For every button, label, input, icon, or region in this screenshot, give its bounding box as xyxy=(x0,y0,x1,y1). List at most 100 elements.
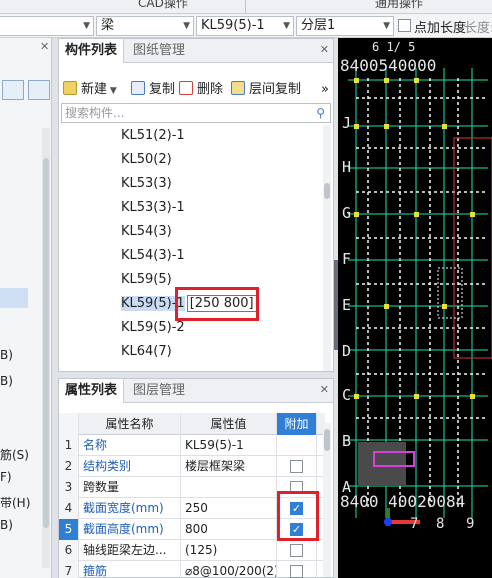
list-item[interactable]: KL50(2) xyxy=(121,149,172,171)
add-checkbox[interactable] xyxy=(290,544,303,557)
table-row[interactable]: 1 名称 KL59(5)-1 xyxy=(59,435,325,456)
list-item[interactable]: KL51(2)-1 xyxy=(121,125,185,147)
nav-item[interactable]: 筋(S) xyxy=(0,446,29,463)
length-label: 长度: xyxy=(464,21,492,36)
layer-combo[interactable]: 分层1 ▼ xyxy=(296,16,394,36)
row-number: 1 xyxy=(59,435,79,456)
search-placeholder: 搜索构件... xyxy=(65,106,125,120)
list-view-icon[interactable] xyxy=(2,80,24,100)
component-search-input[interactable]: 搜索构件... ⚲ xyxy=(61,103,331,123)
add-cell xyxy=(277,561,317,578)
table-row[interactable]: 2 结构类别 楼层框架梁 xyxy=(59,456,325,477)
list-item[interactable]: KL54(3) xyxy=(121,221,172,243)
left-scrollbar[interactable] xyxy=(42,128,50,568)
close-icon[interactable]: ✕ xyxy=(320,43,329,56)
delete-button[interactable]: 删除 xyxy=(179,79,223,101)
table-row[interactable]: 7 箍筋 ⌀8@100/200(2) xyxy=(59,561,325,578)
component-list: KL51(2)-1 KL50(2) KL53(3) KL53(3)-1 KL54… xyxy=(59,125,321,371)
general-ops-label: 通用操作 xyxy=(375,0,424,10)
chevron-down-icon: ▼ xyxy=(183,21,190,31)
axis-number: 8 xyxy=(436,516,445,532)
nav-item[interactable]: F) xyxy=(0,470,12,484)
property-value[interactable]: 楼层框架梁 xyxy=(181,456,277,477)
component-type-combo[interactable]: 梁 ▼ xyxy=(96,16,194,36)
property-value[interactable]: 250 xyxy=(181,498,277,519)
copy-button[interactable]: 复制 xyxy=(131,79,175,101)
list-item-label: KL50(2) xyxy=(121,152,172,167)
point-length-checkbox[interactable] xyxy=(398,19,411,32)
axis-label: D xyxy=(342,342,352,360)
copy-label: 复制 xyxy=(149,82,176,97)
list-item[interactable]: KL53(3)-1 xyxy=(121,197,185,219)
component-toolbar: 新建 ▼ 复制 删除 层间复制 » xyxy=(59,79,333,101)
copy-icon xyxy=(131,81,145,95)
property-value[interactable]: ⌀8@100/200(2) xyxy=(181,561,277,578)
new-button[interactable]: 新建 ▼ xyxy=(63,79,117,101)
app-window: CAD操作 通用操作 ▼ 梁 ▼ KL59(5)-1 ▼ 分层1 ▼ 点加长度 … xyxy=(0,0,492,578)
nav-item[interactable]: 带(H) xyxy=(0,494,30,511)
nav-item[interactable]: B) xyxy=(0,374,13,388)
list-item-label: KL64(7) xyxy=(121,344,172,359)
tab-component-list[interactable]: 构件列表 xyxy=(59,39,125,63)
property-value[interactable]: KL59(5)-1 xyxy=(181,435,277,456)
chevron-down-icon: ▼ xyxy=(283,21,290,31)
scroll-thumb[interactable] xyxy=(43,158,49,528)
table-row[interactable]: 6 轴线距梁左边... (125) xyxy=(59,540,325,561)
add-checkbox[interactable] xyxy=(290,565,303,578)
nav-item[interactable]: B) xyxy=(0,518,13,532)
property-name: 轴线距梁左边... xyxy=(79,540,181,561)
tab-drawing-management[interactable]: 图纸管理 xyxy=(127,39,191,63)
tab-property-list[interactable]: 属性列表 xyxy=(59,379,125,403)
component-list-scrollbar[interactable] xyxy=(323,125,331,371)
list-item[interactable]: KL54(3)-1 xyxy=(121,245,185,267)
axis-label: G xyxy=(342,204,352,222)
list-item[interactable]: KL59(5) xyxy=(121,269,172,291)
add-header: 附加 xyxy=(277,413,317,435)
selected-nav-item[interactable] xyxy=(0,288,28,308)
property-scrollbar[interactable] xyxy=(323,423,331,577)
scroll-thumb[interactable] xyxy=(324,429,330,451)
highlight-box xyxy=(175,287,259,321)
floor-type-combo[interactable]: ▼ xyxy=(0,16,94,36)
property-panel: 属性列表 图层管理 ✕ 属性名称 属性值 附加 1 名称 KL59(5)-1 2… xyxy=(58,378,334,578)
top-dimension-text: 8400540000 xyxy=(340,56,437,75)
close-icon[interactable]: ✕ xyxy=(320,383,329,396)
row-number: 4 xyxy=(59,498,79,519)
component-name-combo[interactable]: KL59(5)-1 ▼ xyxy=(196,16,294,36)
component-tabs: 构件列表 图纸管理 ✕ xyxy=(59,39,333,63)
search-icon[interactable]: ⚲ xyxy=(316,104,325,122)
add-checkbox[interactable] xyxy=(290,460,303,473)
property-value[interactable]: 800 xyxy=(181,519,277,540)
axis-label: F xyxy=(342,250,352,268)
axis-label: B xyxy=(342,432,352,450)
property-name: 截面高度(mm) xyxy=(79,519,181,540)
property-value[interactable]: (125) xyxy=(181,540,277,561)
close-icon[interactable]: ✕ xyxy=(40,40,49,53)
tab-layer-management[interactable]: 图层管理 xyxy=(127,379,191,403)
floor-copy-label: 层间复制 xyxy=(249,82,302,97)
list-item-label: KL59(5) xyxy=(121,272,172,287)
property-table-header: 属性名称 属性值 附加 xyxy=(59,413,325,435)
layer-value: 分层1 xyxy=(301,18,336,33)
list-item-label: KL54(3)-1 xyxy=(121,248,185,263)
floor-copy-button[interactable]: 层间复制 xyxy=(231,79,301,101)
row-number-header xyxy=(59,413,79,435)
cad-drawing-canvas[interactable]: 8400540000 6 1/ 5 J H G F E D C B A 8400… xyxy=(338,38,492,578)
add-cell xyxy=(277,540,317,561)
list-item-label: KL53(3) xyxy=(121,176,172,191)
tree-view-icon[interactable] xyxy=(28,80,50,100)
row-number: 6 xyxy=(59,540,79,561)
list-item[interactable]: KL64(7) xyxy=(121,341,172,363)
property-value[interactable] xyxy=(181,477,277,498)
ribbon-separator xyxy=(245,0,246,14)
nav-item[interactable]: B) xyxy=(0,348,13,362)
new-file-icon xyxy=(63,81,77,95)
component-name-value: KL59(5)-1 xyxy=(201,18,265,33)
more-button[interactable]: » xyxy=(321,79,329,101)
axis-label: E xyxy=(342,296,352,314)
list-item-label: KL53(3)-1 xyxy=(121,200,185,215)
list-item[interactable]: KL53(3) xyxy=(121,173,172,195)
list-item-label: KL51(2)-1 xyxy=(121,128,185,143)
scroll-thumb[interactable] xyxy=(324,183,330,199)
property-name: 箍筋 xyxy=(79,561,181,578)
